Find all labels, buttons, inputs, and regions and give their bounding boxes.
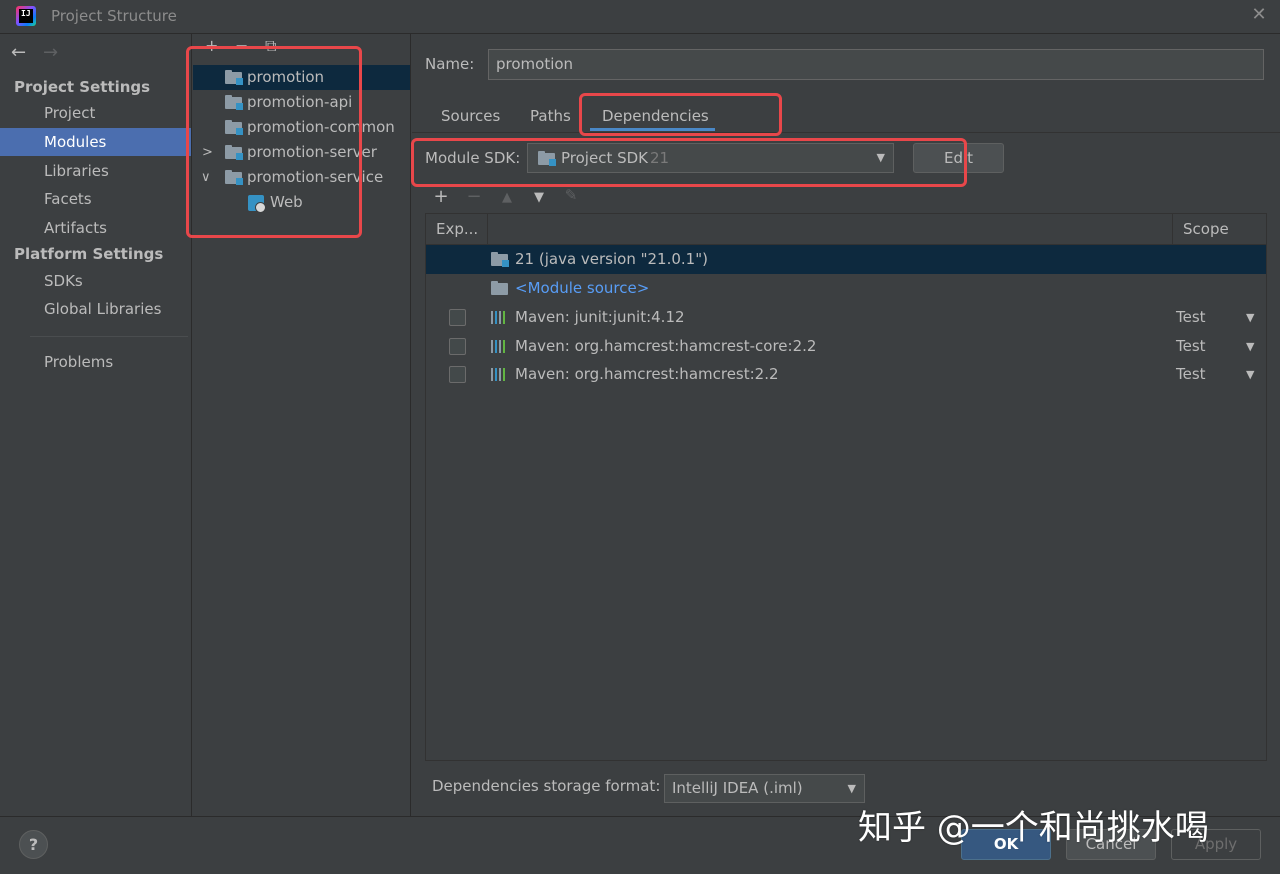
scope-value[interactable]: Test xyxy=(1176,360,1206,389)
forward-arrow-icon[interactable]: → xyxy=(43,42,58,63)
sdk-folder-icon xyxy=(491,252,509,267)
move-down-icon[interactable]: ▼ xyxy=(529,190,549,205)
add-dependency-icon[interactable]: + xyxy=(431,186,451,207)
title-bar xyxy=(0,0,1280,34)
storage-format-value: IntelliJ IDEA (.iml) xyxy=(672,779,803,797)
chevron-down-icon[interactable]: ▼ xyxy=(1246,332,1254,361)
dependency-name: Maven: org.hamcrest:hamcrest:2.2 xyxy=(515,365,779,383)
nav-item-libraries[interactable]: Libraries xyxy=(0,157,191,185)
back-arrow-icon[interactable]: ← xyxy=(11,42,26,63)
library-icon xyxy=(491,311,508,324)
edit-dependency-icon[interactable]: ✎ xyxy=(561,186,581,204)
window-title: Project Structure xyxy=(51,7,177,25)
export-checkbox[interactable] xyxy=(449,309,466,326)
storage-format-dropdown[interactable]: IntelliJ IDEA (.iml) ▼ xyxy=(664,774,865,803)
highlight-box-dependencies-tab xyxy=(579,93,782,136)
remove-dependency-icon[interactable]: − xyxy=(464,186,484,207)
scope-column-header[interactable]: Scope xyxy=(1183,214,1229,244)
library-icon xyxy=(491,340,508,353)
column-divider xyxy=(487,214,488,244)
close-icon[interactable]: ✕ xyxy=(1248,4,1270,26)
module-name-field[interactable]: promotion xyxy=(488,49,1264,80)
chevron-down-icon[interactable]: ▼ xyxy=(1246,303,1254,332)
nav-item-sdks[interactable]: SDKs xyxy=(0,267,191,295)
scope-value[interactable]: Test xyxy=(1176,332,1206,361)
table-row[interactable]: 21 (java version "21.0.1") xyxy=(426,245,1266,274)
table-row[interactable]: Maven: org.hamcrest:hamcrest:2.2 Test ▼ xyxy=(426,360,1266,389)
chevron-down-icon: ▼ xyxy=(847,782,856,795)
move-up-icon[interactable]: ▲ xyxy=(497,190,517,205)
source-folder-icon xyxy=(491,281,508,295)
scope-value[interactable]: Test xyxy=(1176,303,1206,332)
table-header: Exp... Scope xyxy=(426,214,1266,245)
nav-item-problems[interactable]: Problems xyxy=(0,348,191,376)
dependencies-table: Exp... Scope 21 (java version "21.0.1") … xyxy=(425,213,1267,761)
nav-item-project[interactable]: Project xyxy=(0,99,191,127)
table-row[interactable]: Maven: org.hamcrest:hamcrest-core:2.2 Te… xyxy=(426,332,1266,361)
tab-sources[interactable]: Sources xyxy=(441,104,500,132)
platform-settings-header: Platform Settings xyxy=(14,245,164,263)
dependency-name: Maven: junit:junit:4.12 xyxy=(515,308,685,326)
tabs-divider xyxy=(412,132,1280,133)
highlight-box-module-sdk xyxy=(411,138,967,187)
dependency-name: <Module source> xyxy=(515,279,650,297)
export-checkbox[interactable] xyxy=(449,366,466,383)
tab-paths[interactable]: Paths xyxy=(530,104,571,132)
highlight-box-modules xyxy=(186,46,362,238)
table-row[interactable]: <Module source> xyxy=(426,274,1266,303)
nav-item-global-libraries[interactable]: Global Libraries xyxy=(0,295,191,323)
export-checkbox[interactable] xyxy=(449,338,466,355)
nav-item-facets[interactable]: Facets xyxy=(0,185,191,213)
nav-item-artifacts[interactable]: Artifacts xyxy=(0,214,191,242)
storage-format-label: Dependencies storage format: xyxy=(432,777,661,795)
library-icon xyxy=(491,368,508,381)
dependency-name: Maven: org.hamcrest:hamcrest-core:2.2 xyxy=(515,337,817,355)
dependency-name: 21 (java version "21.0.1") xyxy=(515,250,708,268)
chevron-down-icon[interactable]: ▼ xyxy=(1246,360,1254,389)
export-column-header[interactable]: Exp... xyxy=(436,214,478,244)
zhihu-watermark: 知乎 @一个和尚挑水喝 xyxy=(858,808,1209,848)
column-divider xyxy=(1172,214,1173,244)
help-button[interactable]: ? xyxy=(19,830,48,859)
nav-item-modules[interactable]: Modules xyxy=(0,128,191,156)
name-label: Name: xyxy=(425,55,475,73)
intellij-logo-icon: IJ xyxy=(16,6,36,26)
settings-nav: ← → Project Settings Project Modules Lib… xyxy=(0,34,192,816)
project-settings-header: Project Settings xyxy=(14,78,151,96)
nav-divider xyxy=(30,336,188,337)
table-row[interactable]: Maven: junit:junit:4.12 Test ▼ xyxy=(426,303,1266,332)
